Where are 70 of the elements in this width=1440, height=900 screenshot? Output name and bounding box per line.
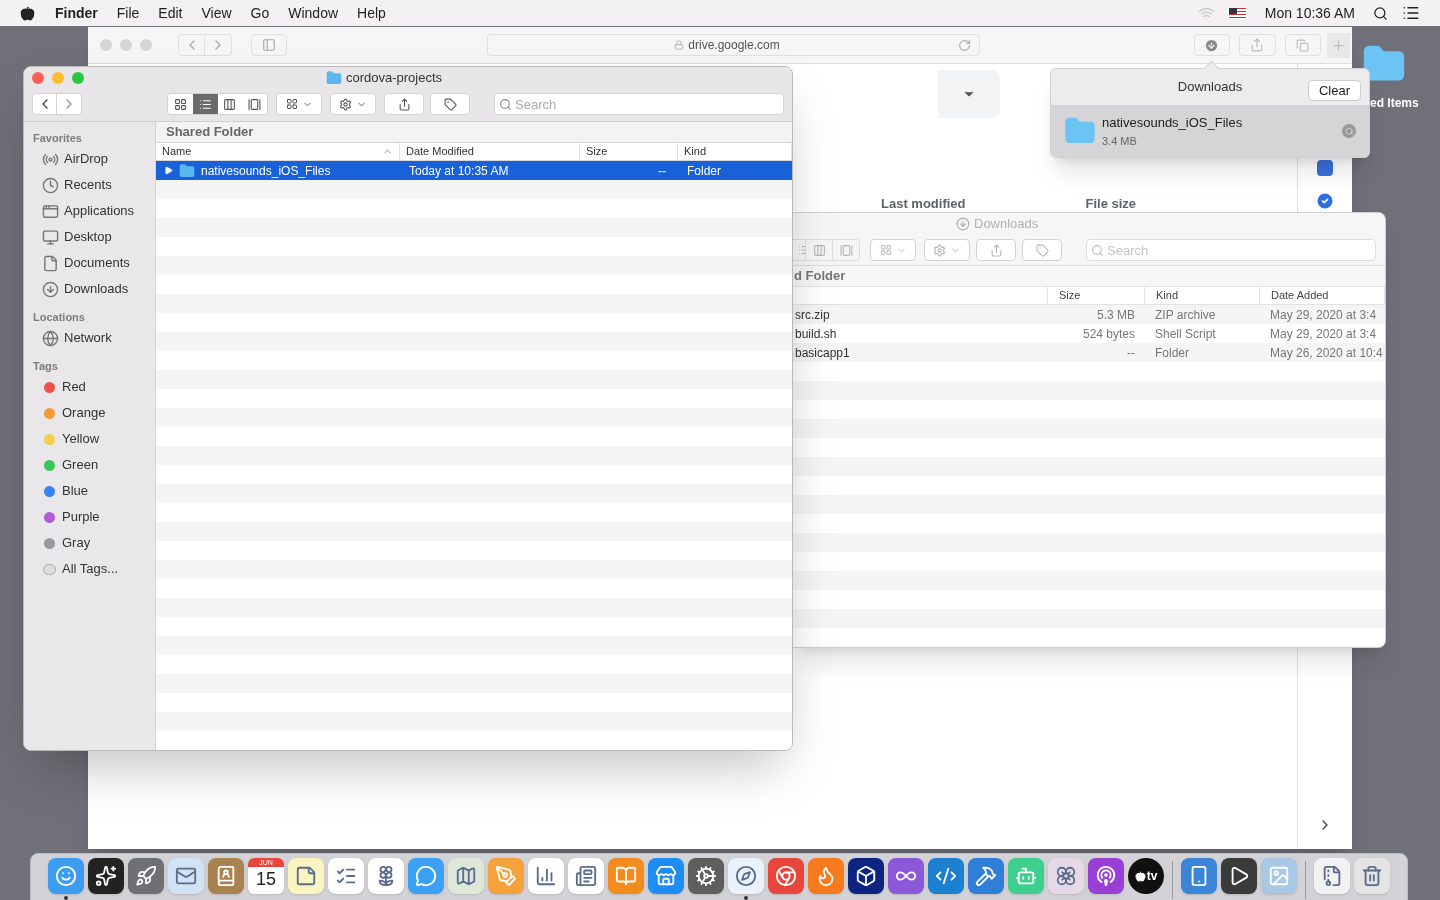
column-header[interactable]: Kind bbox=[1145, 286, 1260, 304]
size-cell-text: -- bbox=[657, 162, 667, 180]
clock[interactable]: Mon 10:36 AM bbox=[1264, 2, 1355, 24]
download-name: nativesounds_iOS_Files bbox=[1102, 114, 1244, 132]
column-header: File size bbox=[1085, 195, 1137, 213]
menu-item[interactable]: Edit bbox=[158, 2, 183, 24]
file-name: basicapp1 bbox=[794, 344, 851, 362]
sidebar-item[interactable]: Orange bbox=[33, 400, 155, 426]
popover-title: Downloads bbox=[1177, 78, 1243, 97]
file-row[interactable]: basicapp1 -- Folder May 26, 2020 at 10:4 bbox=[793, 343, 1385, 362]
sidebar-item[interactable]: All Tags... bbox=[33, 556, 155, 582]
sidebar-item[interactable]: Green bbox=[33, 452, 155, 478]
search-field[interactable]: Search bbox=[1086, 239, 1376, 261]
date-cell-text: May 29, 2020 at 3:4 bbox=[1269, 306, 1378, 324]
column-header[interactable]: Size bbox=[580, 142, 678, 160]
download-item[interactable]: nativesounds_iOS_Files 3.4 MB bbox=[1051, 105, 1369, 157]
file-name: src.zip bbox=[794, 306, 831, 324]
tv-app-icon[interactable]: tv bbox=[1128, 858, 1164, 894]
path-header: Shared Folder bbox=[166, 123, 254, 142]
file-row[interactable]: build.sh 524 bytes Shell Script May 29, 2020 at 3:4 bbox=[793, 324, 1385, 343]
kind-cell-text: Shell Script bbox=[1154, 325, 1217, 343]
menu-item[interactable]: File bbox=[116, 2, 140, 24]
menu-item[interactable]: Finder bbox=[55, 2, 98, 24]
sidebar-item[interactable]: Gray bbox=[33, 530, 155, 556]
file-row[interactable]: nativesounds_iOS_Files Today at 10:35 AM -- Folder bbox=[156, 161, 792, 180]
search-field[interactable]: Search bbox=[494, 93, 784, 115]
date-cell-text: May 29, 2020 at 3:4 bbox=[1269, 325, 1378, 343]
sidebar-item[interactable]: Purple bbox=[33, 504, 155, 530]
sidebar-item[interactable]: Recents bbox=[33, 172, 155, 198]
file-name: nativesounds_iOS_Files bbox=[201, 162, 331, 180]
menu-item[interactable]: View bbox=[201, 2, 232, 24]
menu-item[interactable]: Help bbox=[357, 2, 386, 24]
sidebar-item[interactable]: Yellow bbox=[33, 426, 155, 452]
download-size: 3.4 MB bbox=[1102, 133, 1138, 149]
sidebar-item[interactable]: Network bbox=[33, 325, 155, 351]
column-header[interactable]: Date Modified bbox=[400, 142, 580, 160]
column-header[interactable]: Name bbox=[156, 142, 400, 160]
kind-cell-text: Folder bbox=[1154, 344, 1190, 362]
column-header[interactable]: Kind bbox=[678, 142, 792, 160]
address-field[interactable]: drive.google.com bbox=[487, 34, 980, 56]
date-cell-text: Today at 10:35 AM bbox=[408, 162, 510, 180]
file-row[interactable]: src.zip 5.3 MB ZIP archive May 29, 2020 at 3:4 bbox=[793, 305, 1385, 324]
desktop-icon-label[interactable]: ed Items bbox=[1370, 94, 1419, 112]
file-name: build.sh bbox=[794, 325, 838, 343]
column-header[interactable]: Size bbox=[1048, 286, 1145, 304]
sidebar-heading: Favorites bbox=[33, 131, 83, 146]
sidebar-item[interactable]: Downloads bbox=[33, 276, 155, 302]
sidebar-item[interactable]: Blue bbox=[33, 478, 155, 504]
menu-item[interactable]: Window bbox=[288, 2, 339, 24]
sidebar-item[interactable]: Applications bbox=[33, 198, 155, 224]
clear-button[interactable]: Clear bbox=[1307, 80, 1361, 101]
date-cell-text: May 26, 2020 at 10:4 bbox=[1269, 344, 1384, 362]
size-cell-text: 5.3 MB bbox=[1096, 306, 1136, 324]
sidebar-heading: Tags bbox=[33, 359, 59, 374]
sidebar-item[interactable]: AirDrop bbox=[33, 146, 155, 172]
kind-cell-text: ZIP archive bbox=[1154, 306, 1217, 324]
window-title: cordova-projects bbox=[345, 69, 443, 88]
column-header: Last modified bbox=[881, 195, 966, 213]
path-header: d Folder bbox=[794, 267, 846, 286]
kind-cell-text: Folder bbox=[686, 162, 722, 180]
window-title: Downloads bbox=[974, 215, 1039, 234]
calendar-day: 15 bbox=[256, 867, 276, 891]
menu-item[interactable]: Go bbox=[250, 2, 270, 24]
sidebar-item[interactable]: Desktop bbox=[33, 224, 155, 250]
sidebar-heading: Locations bbox=[33, 310, 86, 325]
sidebar-item[interactable]: Documents bbox=[33, 250, 155, 276]
size-cell-text: -- bbox=[1126, 344, 1136, 362]
sidebar-item[interactable]: Red bbox=[33, 374, 155, 400]
column-header[interactable]: Date Added bbox=[1260, 286, 1385, 304]
size-cell-text: 524 bytes bbox=[1081, 325, 1136, 343]
